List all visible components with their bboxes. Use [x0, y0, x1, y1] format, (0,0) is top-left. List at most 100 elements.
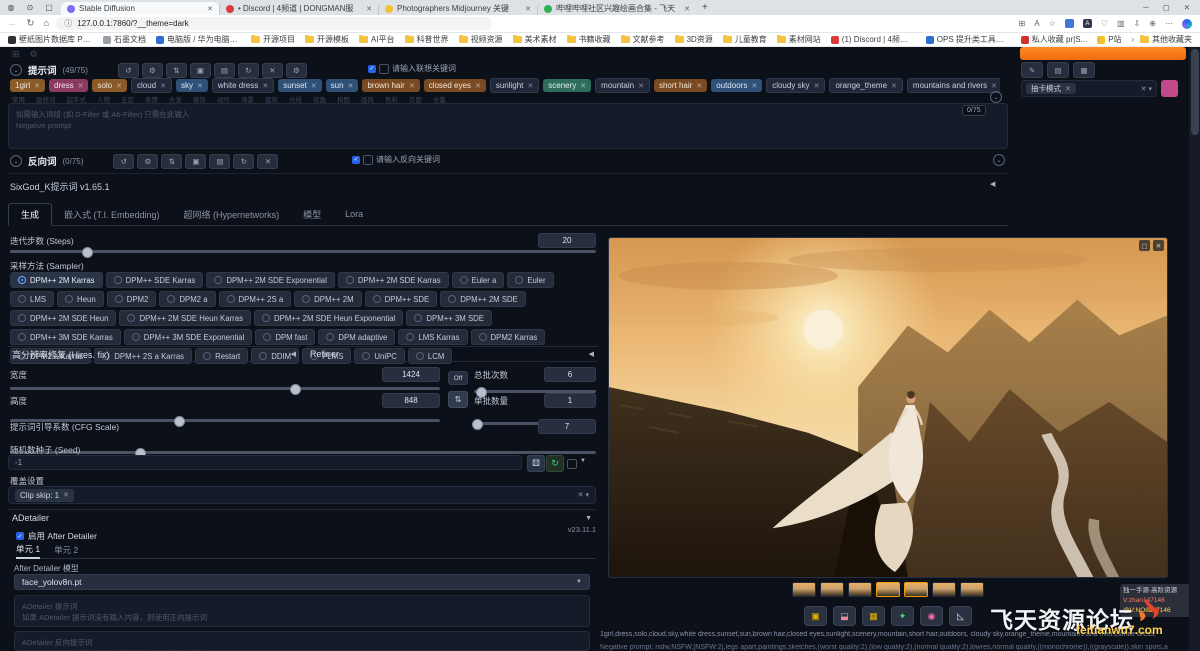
- sampler-option-21[interactable]: DPM adaptive: [318, 329, 395, 345]
- bookmark-item-14[interactable]: (1) Discord | 4频道 |...: [831, 34, 916, 45]
- sampler-option-0[interactable]: DPM++ 2M Karras: [10, 272, 103, 288]
- remove-tag-icon[interactable]: ✕: [78, 82, 84, 90]
- adetailer-unit-tab-1[interactable]: 单元 2: [54, 544, 78, 558]
- close-icon[interactable]: ✕: [1153, 240, 1164, 251]
- cfg-value[interactable]: 7: [538, 419, 596, 434]
- ratio-off-button[interactable]: Off: [448, 371, 468, 385]
- bookmark-item-2[interactable]: 电脑版 / 华为电脑管...: [156, 34, 241, 45]
- save-image-icon[interactable]: ⬓: [833, 606, 856, 626]
- remove-tag-icon[interactable]: ✕: [751, 82, 757, 90]
- tab-close-icon[interactable]: ✕: [684, 5, 690, 13]
- sampler-option-20[interactable]: DPM fast: [255, 329, 315, 345]
- collapse-prompt-icon[interactable]: ⌄: [10, 64, 22, 76]
- maximize-icon[interactable]: ▢: [1163, 3, 1170, 12]
- prompt-tag-17[interactable]: mountains and rivers✕: [907, 78, 1000, 93]
- assist-checkbox[interactable]: ✓: [368, 65, 376, 73]
- home-icon[interactable]: ⌂: [43, 18, 49, 29]
- minimize-icon[interactable]: ─: [1143, 3, 1148, 12]
- heart-icon[interactable]: ♡: [1101, 19, 1108, 28]
- thumbnail-3[interactable]: [876, 582, 900, 597]
- bookmark-item-15[interactable]: OPS 提升类工具合集 |...: [926, 34, 1011, 45]
- prompt-tag-8[interactable]: brown hair✕: [362, 79, 419, 92]
- open-folder-icon[interactable]: ▣: [804, 606, 827, 626]
- prompt-tag-1[interactable]: dress✕: [49, 79, 88, 92]
- sampler-option-15[interactable]: DPM++ 2M SDE Heun Karras: [119, 310, 251, 326]
- enable-adetailer-checkbox[interactable]: ✓: [16, 532, 24, 540]
- width-value[interactable]: 1424: [382, 367, 440, 382]
- bookmark-item-0[interactable]: 壁纸图片数据库 Pol...: [8, 34, 93, 45]
- bookmark-item-1[interactable]: 石墨文档: [103, 34, 146, 45]
- undo-icon[interactable]: ↺: [113, 154, 134, 169]
- prompt-tag-15[interactable]: cloudy sky✕: [766, 78, 825, 93]
- override-box[interactable]: Clip skip: 1✕ ✕ ▾: [8, 486, 596, 504]
- tab-actions-icon[interactable]: ⊙: [23, 1, 37, 14]
- prompt-tag-3[interactable]: cloud✕: [131, 78, 172, 93]
- adetailer-collapse-icon[interactable]: ▼: [585, 515, 592, 522]
- gallery-icon[interactable]: ▤: [209, 154, 230, 169]
- thumbnail-2[interactable]: [848, 582, 872, 597]
- random-seed-button[interactable]: ⚄: [527, 455, 545, 472]
- styles-clear-dropdown[interactable]: ✕ ▾: [1141, 85, 1152, 93]
- extension-dark-icon[interactable]: A: [1083, 19, 1092, 28]
- style-chip[interactable]: 抽卡模式✕: [1026, 83, 1076, 94]
- bookmark-item-3[interactable]: 开源项目: [251, 34, 295, 45]
- main-tab-3[interactable]: 模型: [291, 204, 333, 225]
- bookmark-item-9[interactable]: 书籍收藏: [567, 34, 611, 45]
- sampler-option-6[interactable]: LMS: [10, 291, 54, 307]
- batch-size-value[interactable]: 1: [544, 393, 596, 408]
- copilot-icon[interactable]: [1182, 19, 1192, 29]
- tab-close-icon[interactable]: ✕: [366, 5, 372, 13]
- sampler-option-17[interactable]: DPM++ 3M SDE: [406, 310, 492, 326]
- bookmark-item-10[interactable]: 文献参考: [621, 34, 665, 45]
- remove-tag-icon[interactable]: ✕: [160, 82, 166, 90]
- adetailer-negative-textarea[interactable]: ADetailer 反向提示词 如果 ADetailer 反向提示词没有输入内容…: [14, 631, 590, 651]
- essentials-icon[interactable]: ⊕: [1149, 19, 1156, 28]
- prompt-tag-7[interactable]: sun✕: [326, 79, 359, 92]
- cfg-slider[interactable]: [10, 451, 596, 454]
- send-inpaint-icon[interactable]: ◉: [920, 606, 943, 626]
- sampler-option-3[interactable]: DPM++ 2M SDE Karras: [338, 272, 449, 288]
- tab-close-icon[interactable]: ✕: [525, 5, 531, 13]
- favorite-star-icon[interactable]: ☆: [1049, 19, 1056, 28]
- remove-tag-icon[interactable]: ✕: [116, 82, 122, 90]
- sampler-option-13[interactable]: DPM++ 2M SDE: [440, 291, 526, 307]
- read-aloud-icon[interactable]: A: [1034, 19, 1039, 28]
- bookmark-item-4[interactable]: 开源模板: [305, 34, 349, 45]
- remove-tag-icon[interactable]: ✕: [696, 82, 702, 90]
- send-extras-icon[interactable]: ◺: [949, 606, 972, 626]
- fullscreen-icon[interactable]: ▢: [1139, 240, 1150, 251]
- height-value[interactable]: 848: [382, 393, 440, 408]
- refresh-icon[interactable]: ↻: [27, 18, 35, 29]
- sampler-option-11[interactable]: DPM++ 2M: [294, 291, 361, 307]
- seed-input[interactable]: -1: [8, 455, 522, 470]
- apply-style-button[interactable]: [1161, 80, 1178, 97]
- save-icon[interactable]: ▣: [190, 63, 211, 78]
- swap-icon[interactable]: ⇅: [166, 63, 187, 78]
- width-slider[interactable]: [10, 387, 440, 390]
- swap-icon[interactable]: ⇅: [161, 154, 182, 169]
- thumbnail-0[interactable]: [792, 582, 816, 597]
- thumbnail-5[interactable]: [932, 582, 956, 597]
- url-field[interactable]: ⓘ 127.0.0.1:7860/?__theme=dark: [56, 17, 492, 30]
- browser-tab-2[interactable]: Photographers Midjourney 关键✕: [378, 2, 537, 15]
- neg-assist-checkbox[interactable]: ✓: [352, 156, 360, 164]
- sampler-option-7[interactable]: Heun: [57, 291, 104, 307]
- remove-tag-icon[interactable]: ✕: [409, 82, 415, 90]
- prompt-tag-10[interactable]: sunlight✕: [490, 78, 539, 93]
- prompt-tag-0[interactable]: 1girl✕: [10, 79, 45, 92]
- sampler-option-23[interactable]: DPM2 Karras: [471, 329, 546, 345]
- generate-button[interactable]: [1020, 47, 1186, 60]
- sixgod-collapse-icon[interactable]: ◀: [990, 180, 995, 188]
- settings-icon[interactable]: ⚙: [286, 63, 307, 78]
- batch-count-value[interactable]: 6: [544, 367, 596, 382]
- steps-slider[interactable]: [10, 250, 596, 253]
- prompt-tag-11[interactable]: scenery✕: [543, 79, 591, 92]
- remove-tag-icon[interactable]: ✕: [638, 82, 644, 90]
- prompt-tag-5[interactable]: white dress✕: [212, 78, 274, 93]
- adetailer-model-dropdown[interactable]: face_yolov8n.pt▼: [14, 574, 590, 590]
- gear-icon[interactable]: ⚙: [142, 63, 163, 78]
- profile-icon[interactable]: ◍: [4, 1, 18, 14]
- bookmark-item-11[interactable]: 3D资源: [675, 34, 713, 45]
- browser-tab-1[interactable]: • Discord | 4频道 | DONGMAN服✕: [219, 2, 378, 15]
- save-icon[interactable]: ▣: [185, 154, 206, 169]
